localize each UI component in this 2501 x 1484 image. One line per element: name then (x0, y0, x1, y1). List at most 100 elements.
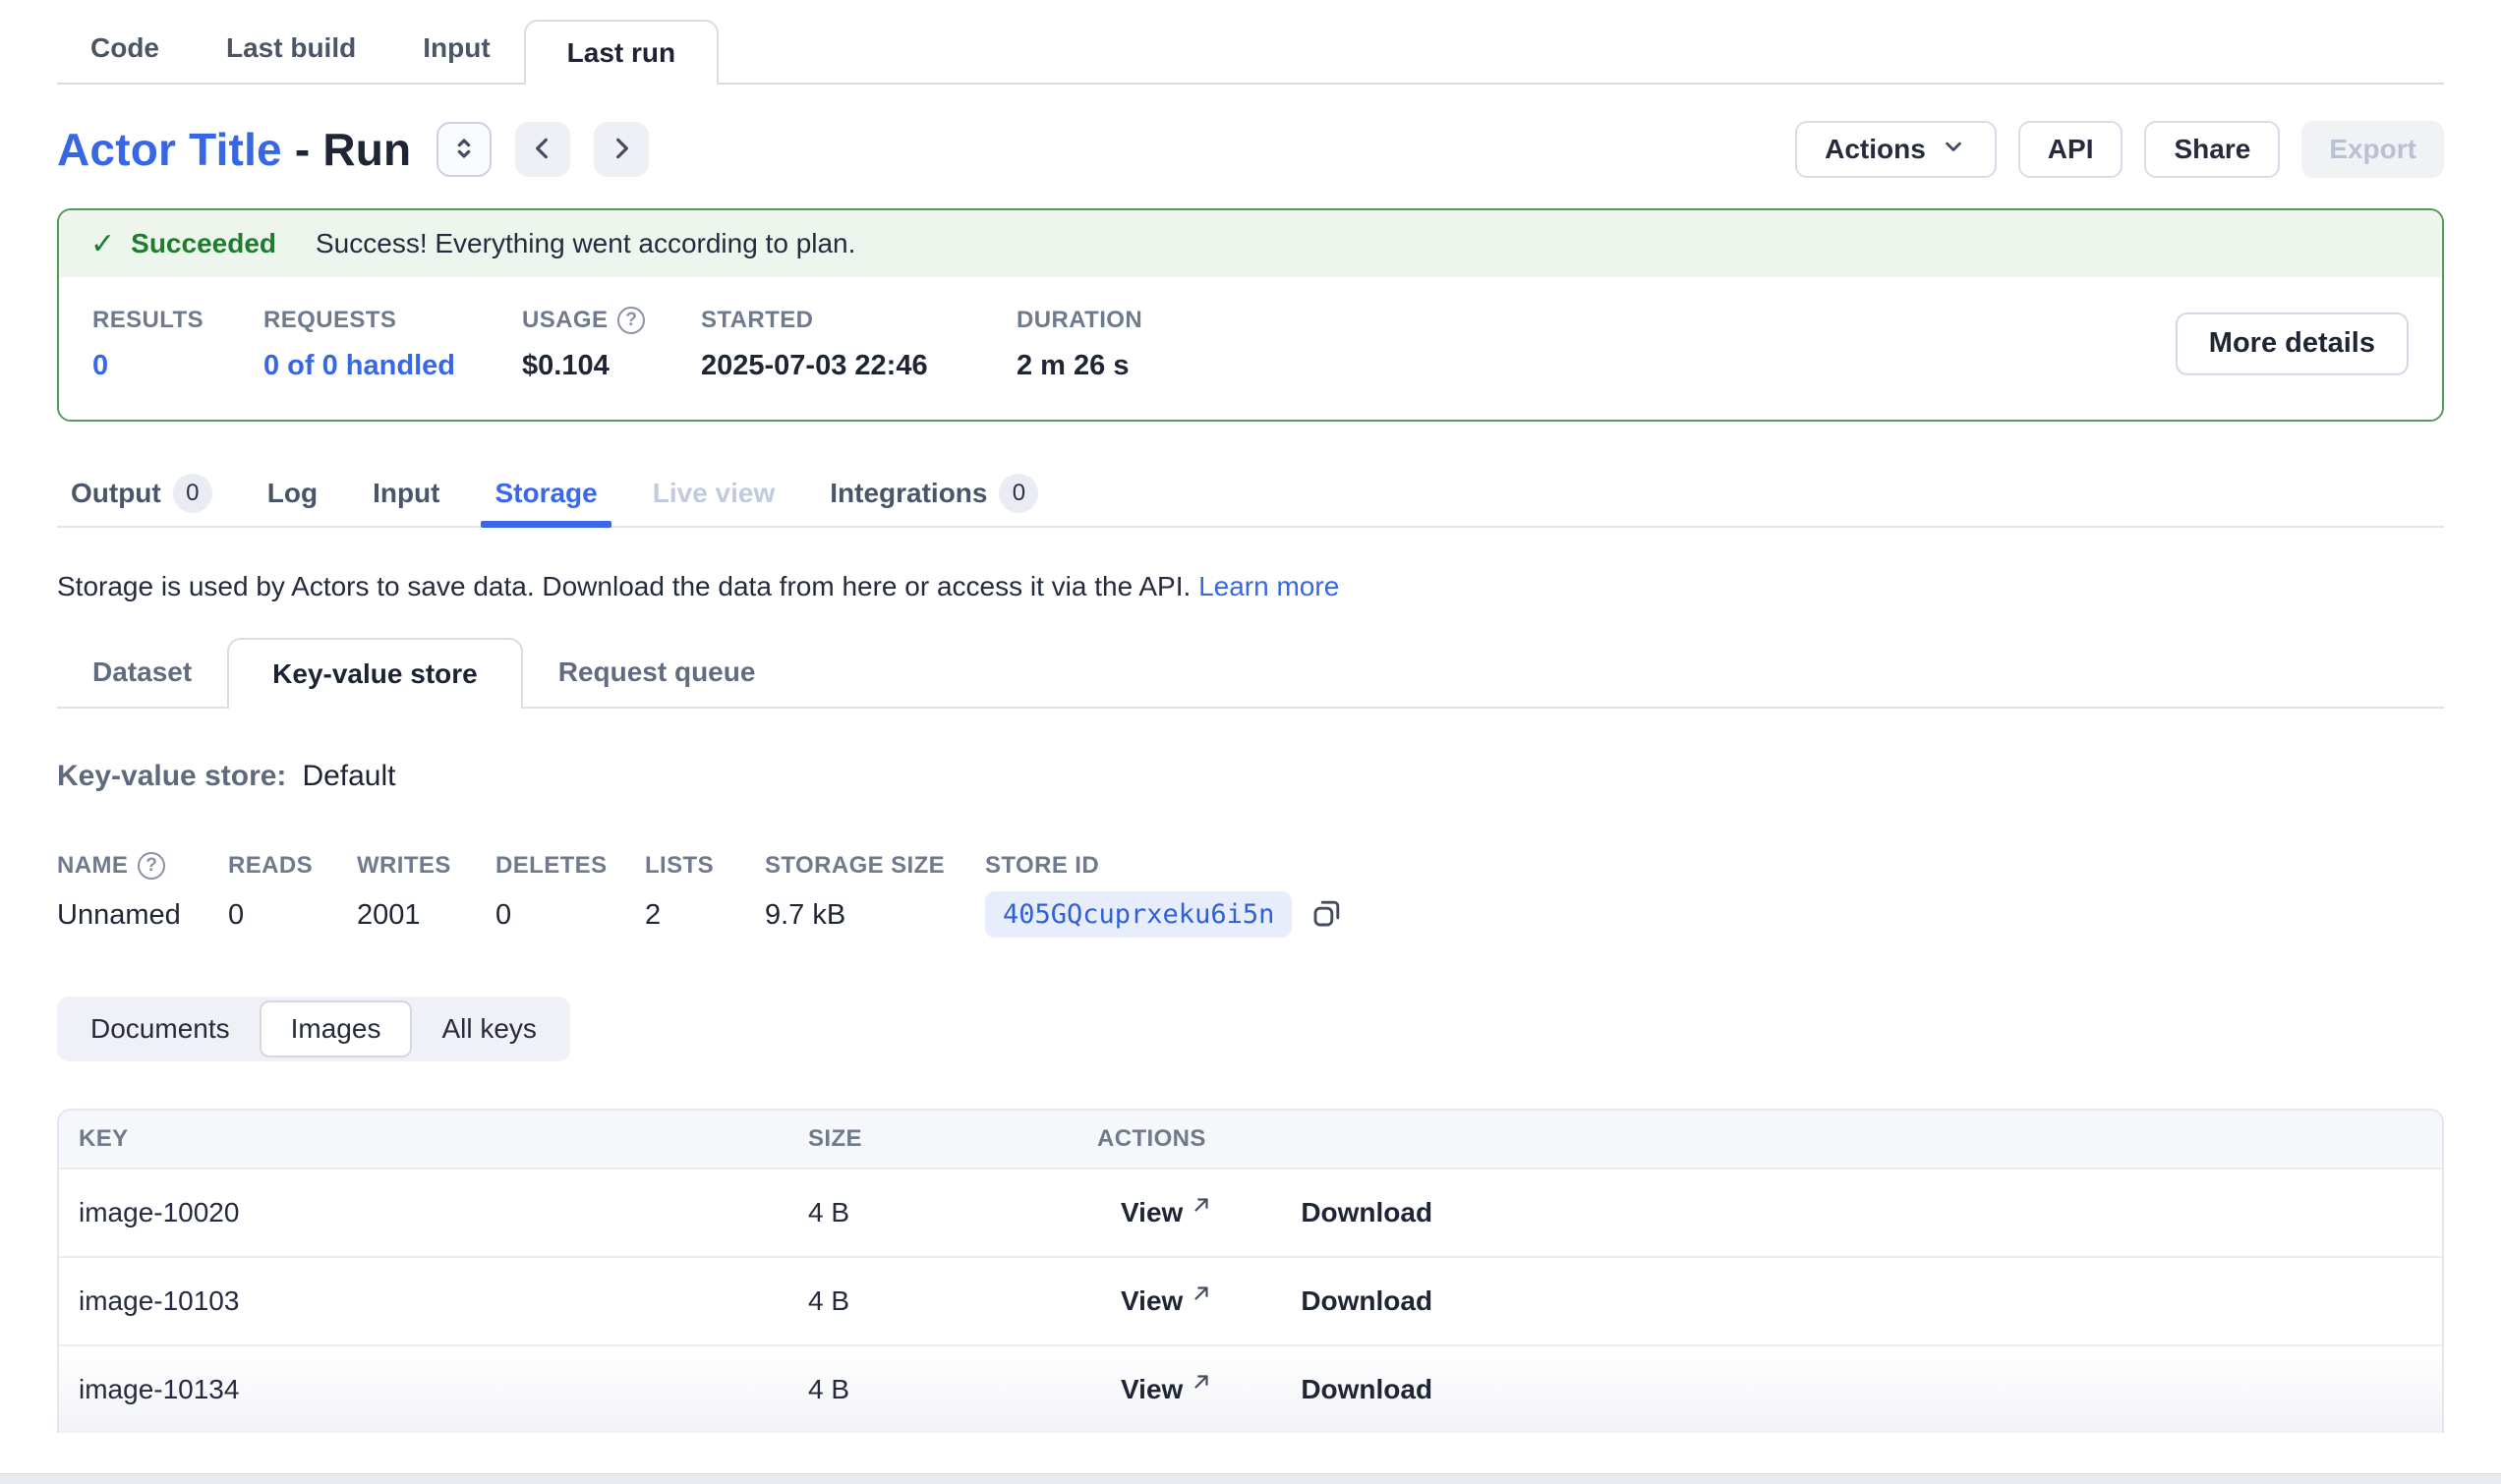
filter-images[interactable]: Images (260, 1000, 413, 1057)
info-deletes-label: DELETES (495, 852, 645, 880)
storage-note: Storage is used by Actors to save data. … (57, 571, 2444, 602)
tab-code[interactable]: Code (57, 14, 193, 83)
key-cell: image-10103 (59, 1285, 808, 1317)
next-run-button[interactable] (594, 122, 649, 177)
filter-all-keys[interactable]: All keys (412, 1000, 565, 1057)
stat-results-value[interactable]: 0 (92, 350, 263, 382)
tab-last-build[interactable]: Last build (193, 14, 389, 83)
actions-cell: View Download (1097, 1285, 2442, 1317)
stat-requests-value[interactable]: 0 of 0 handled (263, 350, 522, 382)
external-link-icon (1191, 1280, 1212, 1311)
stat-results: RESULTS 0 (92, 307, 263, 420)
run-tab-integrations-label: Integrations (830, 478, 987, 509)
size-cell: 4 B (808, 1197, 1097, 1228)
download-link[interactable]: Download (1301, 1197, 1432, 1228)
storage-tab-key-value-store-label: Key-value store (272, 658, 478, 690)
info-deletes: DELETES 0 (495, 852, 645, 938)
external-link-icon (1191, 1368, 1212, 1399)
more-details-button[interactable]: More details (2176, 312, 2409, 374)
actor-run-page: Code Last build Input Last run Actor Tit… (0, 14, 2501, 1433)
stat-requests-label: REQUESTS (263, 307, 522, 334)
share-button[interactable]: Share (2144, 121, 2280, 178)
info-storage-size-label: STORAGE SIZE (765, 852, 985, 880)
learn-more-link[interactable]: Learn more (1198, 571, 1339, 601)
run-tab-input[interactable]: Input (373, 461, 439, 526)
info-storage-size: STORAGE SIZE 9.7 kB (765, 852, 985, 938)
share-button-label: Share (2174, 134, 2250, 165)
stat-started-label: STARTED (701, 307, 1017, 334)
view-link-label: View (1121, 1197, 1183, 1228)
col-header-key: KEY (59, 1125, 808, 1153)
stat-duration-value: 2 m 26 s (1017, 350, 1272, 382)
status-badge: Succeeded (131, 228, 276, 259)
storage-tab-dataset[interactable]: Dataset (57, 638, 227, 707)
col-header-size: SIZE (808, 1125, 1097, 1153)
actions-cell: View Download (1097, 1197, 2442, 1228)
run-tab-log[interactable]: Log (267, 461, 318, 526)
run-tab-integrations[interactable]: Integrations 0 (830, 461, 1038, 526)
info-reads-label: READS (228, 852, 357, 880)
storage-tab-request-queue-label: Request queue (558, 656, 756, 688)
size-cell: 4 B (808, 1374, 1097, 1405)
info-lists-value: 2 (645, 899, 765, 932)
run-tab-storage[interactable]: Storage (494, 461, 597, 526)
run-suffix: - Run (295, 124, 412, 175)
store-id-value[interactable]: 405GQcuprxeku6i5n (985, 891, 1292, 938)
actor-title-link[interactable]: Actor Title (57, 124, 282, 175)
storage-tab-dataset-label: Dataset (92, 656, 192, 688)
size-cell: 4 B (808, 1285, 1097, 1317)
info-lists: LISTS 2 (645, 852, 765, 938)
chevron-down-icon (1940, 133, 1967, 167)
export-button-label: Export (2329, 134, 2416, 165)
stat-duration-label: DURATION (1017, 307, 1272, 334)
copy-store-id-button[interactable] (1309, 895, 1345, 934)
run-tab-output-label: Output (71, 478, 161, 509)
info-reads: READS 0 (228, 852, 357, 938)
view-link-label: View (1121, 1374, 1183, 1405)
view-link[interactable]: View (1121, 1285, 1212, 1317)
api-button[interactable]: API (2018, 121, 2123, 178)
view-link-label: View (1121, 1285, 1183, 1317)
chevron-left-icon (527, 133, 558, 167)
download-link[interactable]: Download (1301, 1374, 1432, 1405)
store-info-row: NAME ? Unnamed READS 0 WRITES 2001 DELET… (57, 852, 2444, 938)
prev-run-button[interactable] (515, 122, 570, 177)
stat-usage-label-text: USAGE (522, 307, 608, 334)
page-title: Actor Title - Run (57, 123, 411, 176)
actions-button[interactable]: Actions (1795, 121, 1997, 178)
storage-tab-request-queue[interactable]: Request queue (523, 638, 791, 707)
view-link[interactable]: View (1121, 1197, 1212, 1228)
store-id-wrap: 405GQcuprxeku6i5n (985, 891, 1345, 938)
header-actions: Actions API Share Export (1795, 121, 2444, 178)
tab-last-build-label: Last build (226, 32, 356, 64)
info-name: NAME ? Unnamed (57, 852, 228, 938)
key-cell: image-10020 (59, 1197, 808, 1228)
horizontal-scrollbar[interactable] (0, 1473, 2501, 1484)
view-link[interactable]: View (1121, 1374, 1212, 1405)
tab-last-run-label: Last run (567, 37, 675, 69)
status-message: Success! Everything went according to pl… (316, 228, 855, 259)
stat-results-label: RESULTS (92, 307, 263, 334)
download-link[interactable]: Download (1301, 1285, 1432, 1317)
storage-tab-key-value-store[interactable]: Key-value store (227, 638, 523, 709)
table-row: image-10103 4 B View Download (59, 1256, 2442, 1344)
run-selector-button[interactable] (436, 122, 492, 177)
usage-help-icon[interactable]: ? (617, 307, 645, 334)
run-tab-output[interactable]: Output 0 (71, 461, 212, 526)
integrations-count-badge: 0 (999, 474, 1038, 513)
chevron-up-down-icon (448, 133, 480, 167)
name-help-icon[interactable]: ? (138, 852, 165, 880)
stat-requests: REQUESTS 0 of 0 handled (263, 307, 522, 420)
run-status-card: ✓ Succeeded Success! Everything went acc… (57, 208, 2444, 422)
chevron-right-icon (606, 133, 637, 167)
filter-documents[interactable]: Documents (61, 1000, 260, 1057)
tab-last-run[interactable]: Last run (524, 20, 719, 85)
info-name-value: Unnamed (57, 899, 228, 932)
stat-usage-value: $0.104 (522, 350, 701, 382)
info-name-label: NAME ? (57, 852, 228, 880)
kv-store-heading-label: Key-value store: (57, 760, 286, 793)
stat-duration: DURATION 2 m 26 s (1017, 307, 1272, 420)
top-tab-bar: Code Last build Input Last run (57, 14, 2444, 85)
tab-input[interactable]: Input (389, 14, 523, 83)
info-deletes-value: 0 (495, 899, 645, 932)
